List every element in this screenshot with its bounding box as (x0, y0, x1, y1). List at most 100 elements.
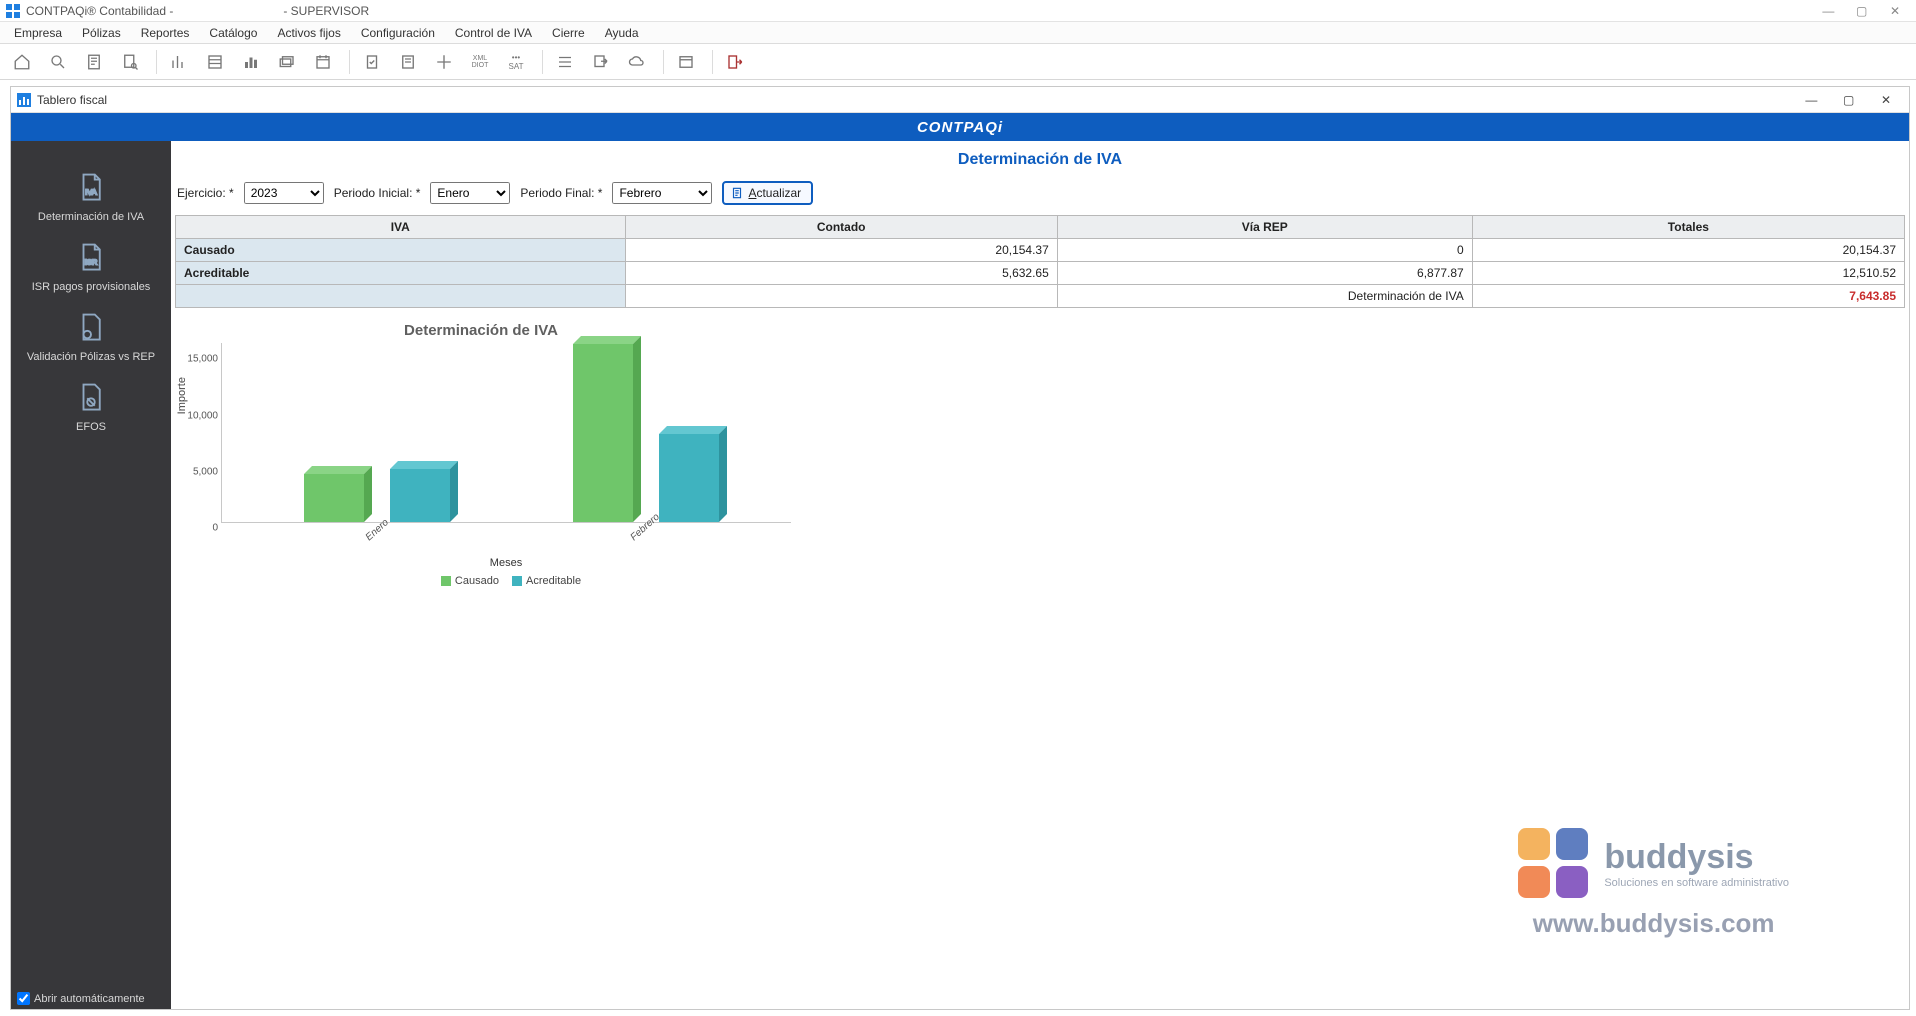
xml-isr-icon: ISR (73, 239, 109, 275)
export-icon[interactable] (585, 47, 617, 77)
close-button[interactable]: ✕ (1880, 1, 1910, 21)
chart-bar-icon[interactable] (163, 47, 195, 77)
sidebar-footer: Abrir automáticamente (11, 988, 171, 1009)
toolbar: XMLDIOT •••SAT (0, 44, 1916, 80)
cell-total: 12,510.52 (1472, 262, 1904, 285)
svg-text:ISR: ISR (85, 258, 98, 267)
table-row: Acreditable 5,632.65 6,877.87 12,510.52 (176, 262, 1905, 285)
auto-open-checkbox[interactable] (17, 992, 30, 1005)
svg-text:IVA: IVA (85, 188, 97, 197)
main-panel: Determinación de IVA Ejercicio: * 2023 P… (171, 141, 1909, 1009)
menu-polizas[interactable]: Pólizas (72, 23, 131, 43)
minimize-button[interactable]: — (1813, 1, 1843, 21)
inner-titlebar: Tablero fiscal — ▢ ✕ (11, 87, 1909, 113)
bar-causado (573, 344, 633, 522)
menu-config[interactable]: Configuración (351, 23, 445, 43)
menu-catalogo[interactable]: Catálogo (199, 23, 267, 43)
table-footer-row: Determinación de IVA 7,643.85 (176, 285, 1905, 308)
cell-rep: 0 (1057, 239, 1472, 262)
exit-icon[interactable] (719, 47, 751, 77)
clipboard-icon (730, 186, 744, 200)
search-pol-icon[interactable] (42, 47, 74, 77)
watermark-name: buddysis (1604, 838, 1789, 877)
update-label-rest: ctualizar (756, 186, 801, 200)
inner-close-button[interactable]: ✕ (1869, 89, 1903, 111)
legend-swatch-causado (441, 576, 451, 586)
auto-open-label: Abrir automáticamente (34, 993, 145, 1005)
home-icon[interactable] (6, 47, 38, 77)
main-menu: Empresa Pólizas Reportes Catálogo Activo… (0, 22, 1916, 44)
app-titlebar: CONTPAQi® Contabilidad - - SUPERVISOR — … (0, 0, 1916, 22)
rows-icon[interactable] (549, 47, 581, 77)
cell-rep: 6,877.87 (1057, 262, 1472, 285)
sidebar-item-rep[interactable]: Validación Pólizas vs REP (11, 299, 171, 369)
window-controls: — ▢ ✕ (1813, 1, 1910, 21)
sidebar: IVA Determinación de IVA ISR ISR pagos p… (11, 141, 171, 1009)
clipboard-check-icon[interactable] (356, 47, 388, 77)
watermark: buddysis Soluciones en software administ… (1518, 828, 1789, 939)
xml-rep-icon (73, 309, 109, 345)
chart: Determinación de IVA Importe 05,00010,00… (171, 322, 791, 587)
periodo-inicial-select[interactable]: Enero (430, 182, 510, 204)
calendar-icon[interactable] (307, 47, 339, 77)
inner-maximize-button[interactable]: ▢ (1832, 89, 1866, 111)
update-button[interactable]: Actualizar (722, 181, 813, 205)
bar-group: Enero (242, 343, 512, 522)
legend-causado: Causado (455, 575, 499, 587)
sidebar-item-isr[interactable]: ISR ISR pagos provisionales (11, 229, 171, 299)
menu-ayuda[interactable]: Ayuda (595, 23, 649, 43)
legend-swatch-acreditable (512, 576, 522, 586)
menu-activos[interactable]: Activos fijos (267, 23, 350, 43)
chart-column-icon[interactable] (235, 47, 267, 77)
watermark-tag: Soluciones en software administrativo (1604, 877, 1789, 889)
inner-minimize-button[interactable]: — (1794, 89, 1828, 111)
maximize-button[interactable]: ▢ (1847, 1, 1877, 21)
sidebar-item-efos[interactable]: EFOS (11, 369, 171, 439)
layers-icon[interactable] (271, 47, 303, 77)
document-icon[interactable] (78, 47, 110, 77)
ytick: 5,000 (193, 466, 218, 477)
cell-contado: 5,632.65 (625, 262, 1057, 285)
th-totales: Totales (1472, 216, 1904, 239)
dashboard-icon (17, 93, 31, 107)
list-icon[interactable] (199, 47, 231, 77)
bar-causado (304, 474, 364, 522)
xml-diot-icon[interactable]: XMLDIOT (464, 47, 496, 77)
sidebar-item-iva[interactable]: IVA Determinación de IVA (11, 159, 171, 229)
sat-icon[interactable]: •••SAT (500, 47, 532, 77)
footer-label: Determinación de IVA (1057, 285, 1472, 308)
cell-total: 20,154.37 (1472, 239, 1904, 262)
ejercicio-select[interactable]: 2023 (244, 182, 324, 204)
chart-xlabel: Meses (221, 557, 791, 569)
inner-title: Tablero fiscal (37, 93, 107, 107)
sidebar-item-label: Determinación de IVA (38, 211, 144, 223)
xlabel: Enero (363, 517, 390, 543)
app-title: CONTPAQi® Contabilidad - (26, 4, 173, 18)
cell-contado: 20,154.37 (625, 239, 1057, 262)
table-row: Causado 20,154.37 0 20,154.37 (176, 239, 1905, 262)
note-icon[interactable] (392, 47, 424, 77)
menu-cierre[interactable]: Cierre (542, 23, 595, 43)
menu-iva[interactable]: Control de IVA (445, 23, 542, 43)
footer-value: 7,643.85 (1472, 285, 1904, 308)
ytick: 15,000 (187, 354, 218, 365)
row-label: Acreditable (176, 262, 626, 285)
xml-efos-icon (73, 379, 109, 415)
menu-empresa[interactable]: Empresa (4, 23, 72, 43)
cloud-icon[interactable] (621, 47, 653, 77)
bar-acreditable (390, 469, 450, 522)
menu-reportes[interactable]: Reportes (131, 23, 200, 43)
xml-iva-icon: IVA (73, 169, 109, 205)
window-icon[interactable] (670, 47, 702, 77)
watermark-url: www.buddysis.com (1533, 908, 1775, 939)
periodo-final-select[interactable]: Febrero (612, 182, 712, 204)
bar-group: Febrero (512, 343, 782, 522)
split-icon[interactable] (428, 47, 460, 77)
legend-acreditable: Acreditable (526, 575, 581, 587)
ytick: 0 (212, 523, 218, 534)
iva-table: IVA Contado Vía REP Totales Causado 20,1… (175, 215, 1905, 308)
th-contado: Contado (625, 216, 1057, 239)
brand-text: CONTPAQi (917, 119, 1003, 136)
buddysis-mark-icon (1518, 828, 1588, 898)
doc-search-icon[interactable] (114, 47, 146, 77)
